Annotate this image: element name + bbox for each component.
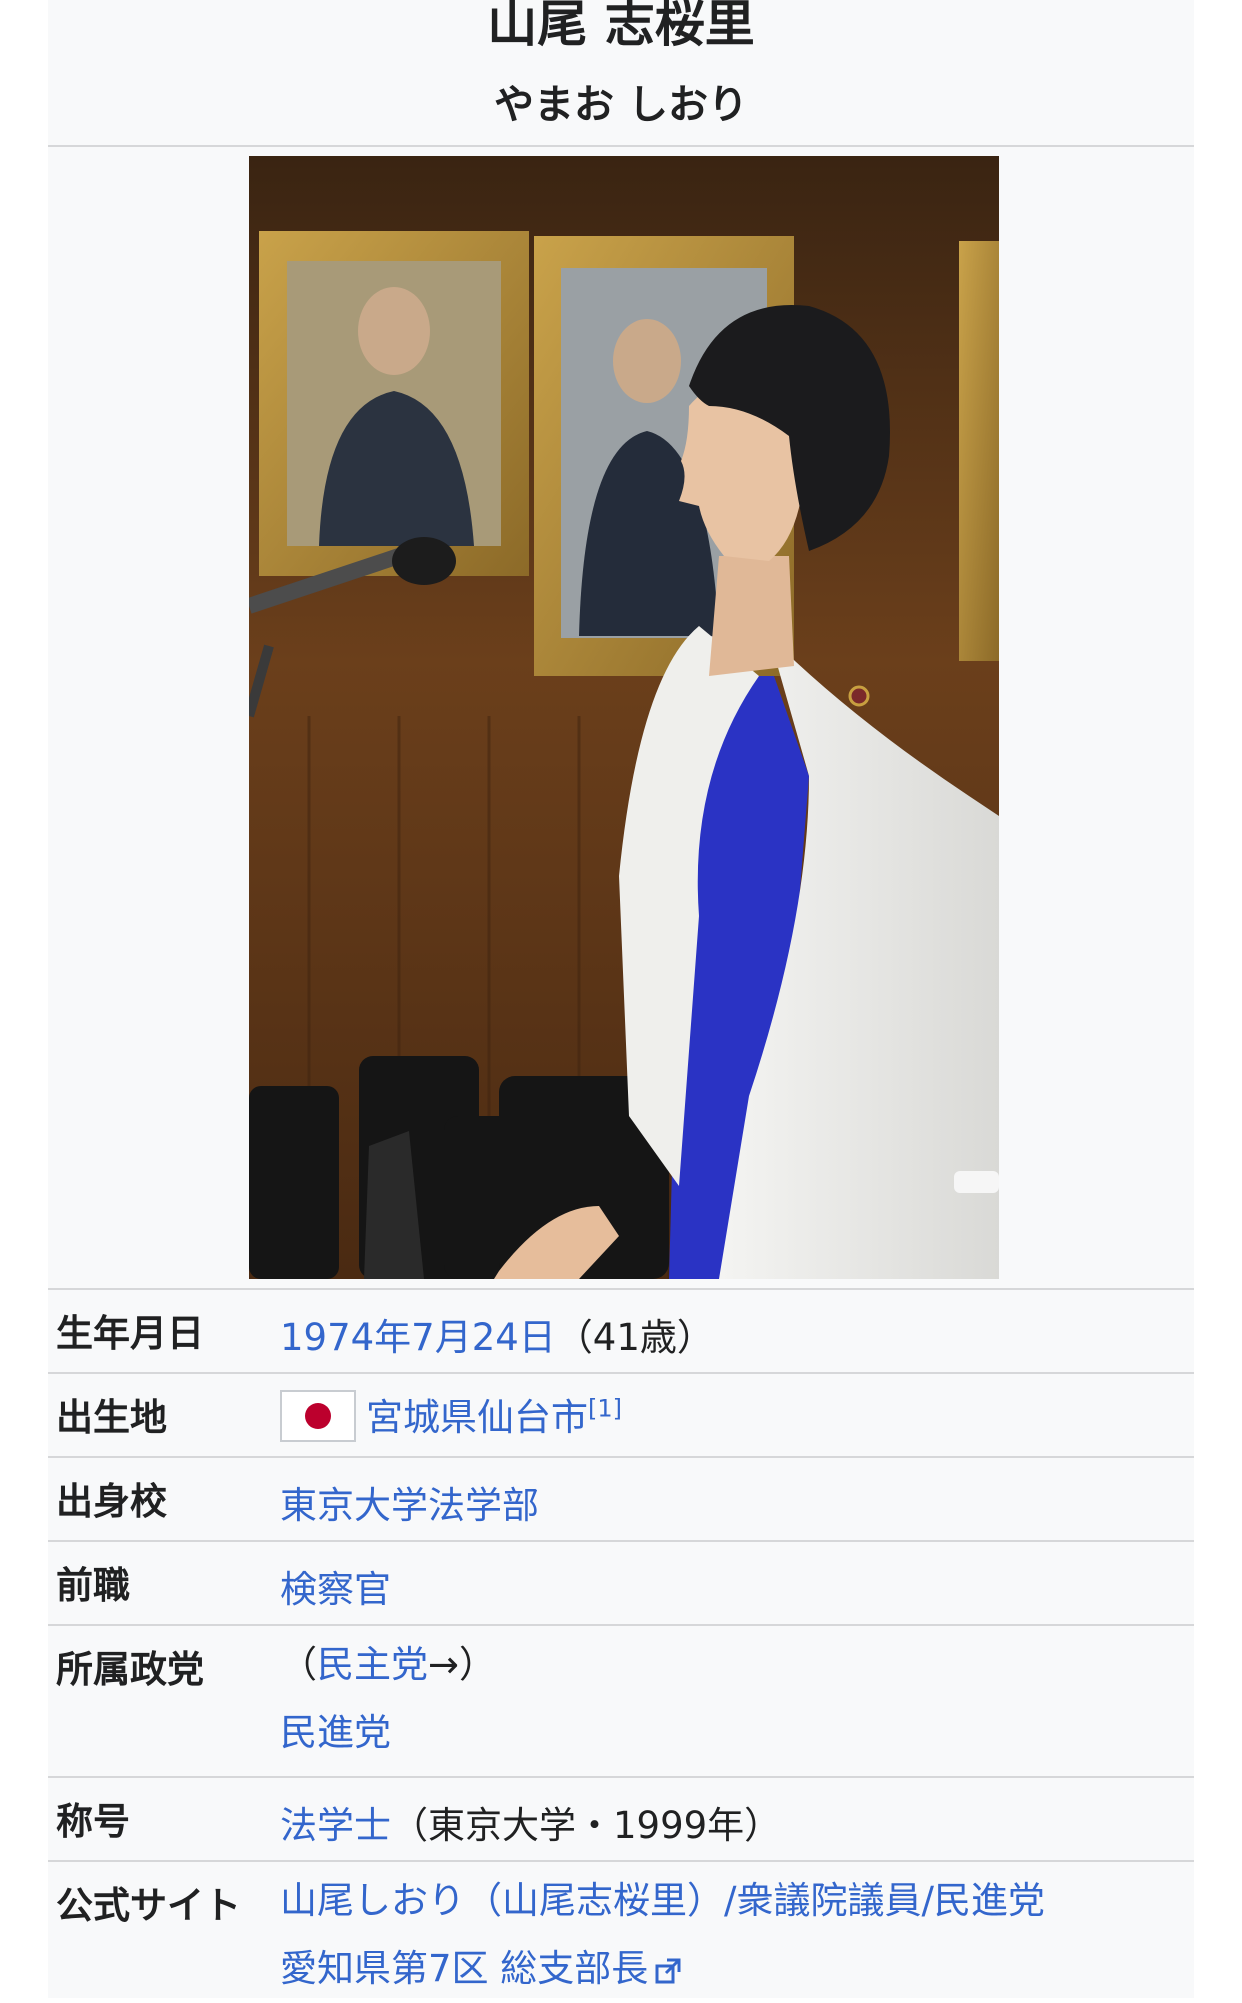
degree-detail: （東京大学・1999年） xyxy=(391,1804,782,1847)
divider xyxy=(48,1288,1194,1290)
infobox-title-kana: やまお しおり xyxy=(494,82,748,128)
birthplace-link[interactable]: 宮城県仙台市 xyxy=(366,1396,588,1439)
infobox: 山尾 志桜里 やまお しおり 生年月日 1974年7月24日（41歳） 出生地 … xyxy=(48,0,1194,1998)
divider xyxy=(48,1456,1194,1458)
divider xyxy=(48,1372,1194,1374)
official-site-link[interactable]: 山尾しおり（山尾志桜里）/衆議院議員/民進党 xyxy=(280,1879,1045,1922)
value-previous-job: 検察官 xyxy=(280,1559,391,1613)
official-site-link-line2[interactable]: 愛知県第7区 総支部長 xyxy=(280,1947,648,1990)
value-title: 法学士（東京大学・1999年） xyxy=(280,1795,781,1849)
degree-link[interactable]: 法学士 xyxy=(280,1804,391,1847)
divider xyxy=(48,1540,1194,1542)
value-party: （民主党→） 民進党 xyxy=(280,1643,496,1767)
value-alma-mater: 東京大学法学部 xyxy=(280,1475,539,1529)
divider xyxy=(48,1624,1194,1626)
external-link-icon[interactable] xyxy=(654,1957,682,1985)
party-former-link[interactable]: 民主党 xyxy=(317,1643,428,1686)
label-birthplace: 出生地 xyxy=(56,1396,167,1439)
label-title: 称号 xyxy=(56,1800,130,1843)
label-party: 所属政党 xyxy=(56,1648,204,1691)
reference-link[interactable]: [1] xyxy=(588,1395,622,1423)
label-official-site: 公式サイト xyxy=(56,1884,241,1927)
birth-date-link[interactable]: 1974年7月24日 xyxy=(280,1316,556,1359)
label-alma-mater: 出身校 xyxy=(56,1480,167,1523)
age-text: （41歳） xyxy=(555,1316,714,1359)
value-birth-date: 1974年7月24日（41歳） xyxy=(280,1307,714,1361)
value-birthplace: 宮城県仙台市[1] xyxy=(280,1387,622,1446)
value-official-site: 山尾しおり（山尾志桜里）/衆議院議員/民進党 愛知県第7区 総支部長 xyxy=(280,1879,1045,2003)
divider xyxy=(48,145,1194,147)
previous-job-link[interactable]: 検察官 xyxy=(280,1568,391,1611)
party-suffix: →） xyxy=(428,1643,497,1686)
divider xyxy=(48,1776,1194,1778)
divider xyxy=(48,1860,1194,1862)
alma-mater-link[interactable]: 東京大学法学部 xyxy=(280,1484,539,1527)
japan-flag-icon[interactable] xyxy=(280,1389,356,1442)
portrait-photo[interactable] xyxy=(249,156,999,1279)
label-birth-date: 生年月日 xyxy=(56,1312,204,1355)
party-current-link[interactable]: 民進党 xyxy=(280,1711,391,1754)
infobox-title: 山尾 志桜里 xyxy=(487,0,755,53)
party-prefix: （ xyxy=(280,1643,317,1686)
label-previous-job: 前職 xyxy=(56,1564,130,1607)
